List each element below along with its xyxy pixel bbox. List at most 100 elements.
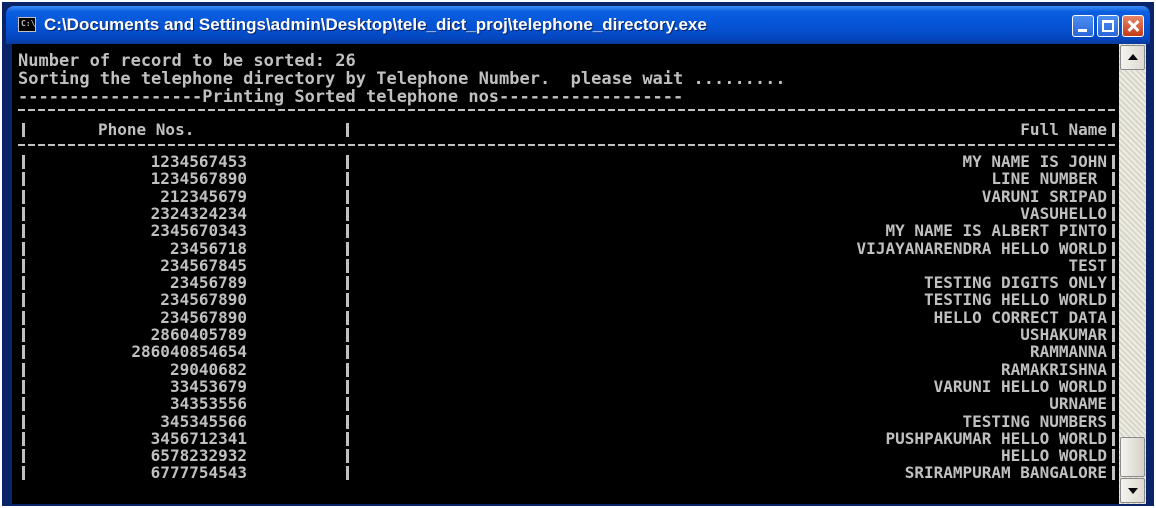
row-right-bar [1112, 276, 1115, 291]
row-left-bar [22, 155, 25, 169]
row-right-bar [1112, 206, 1115, 221]
row-full-name: TESTING DIGITS ONLY [923, 273, 1107, 293]
row-left-bar [22, 258, 25, 273]
minimize-button[interactable] [1072, 15, 1094, 37]
title-bar[interactable]: C:\ C:\Documents and Settings\admin\Desk… [6, 6, 1150, 44]
row-mid-bar [346, 276, 349, 291]
row-mid-bar [346, 379, 349, 394]
vertical-scrollbar[interactable] [1119, 44, 1146, 504]
row-left-bar [22, 449, 25, 464]
row-left-bar [22, 466, 25, 481]
row-full-name: USHAKUMAR [1020, 325, 1107, 344]
row-full-name: LINE NUMBER [991, 169, 1107, 189]
row-full-name: VARUNI HELLO WORLD [933, 376, 1107, 396]
row-right-bar [1112, 310, 1115, 325]
row-right-bar [1112, 414, 1115, 429]
header-phone-nos: Phone Nos. [98, 120, 195, 139]
row-mid-bar [346, 414, 349, 429]
row-mid-bar [346, 206, 349, 221]
row-left-bar [22, 206, 25, 221]
row-phone-number: 33453679 [169, 376, 247, 396]
row-phone-number: 1234567890 [150, 169, 247, 189]
row-mid-bar [346, 293, 349, 308]
row-mid-bar [346, 258, 349, 273]
row-phone-number: 34353556 [169, 394, 247, 414]
row-right-bar [1112, 241, 1115, 256]
row-right-bar [1112, 224, 1115, 239]
row-phone-number: 23456789 [169, 273, 247, 293]
row-full-name: VASUHELLO [1020, 203, 1107, 223]
header-full-name: Full Name [1020, 120, 1107, 139]
row-left-bar [22, 241, 25, 256]
row-phone-number: 1234567453 [150, 152, 247, 171]
sorting-status-line: Sorting the telephone directory by Telep… [18, 69, 786, 89]
row-mid-bar [346, 310, 349, 325]
console-output[interactable]: Number of record to be sorted: 26 Sortin… [12, 44, 1119, 504]
row-full-name: MY NAME IS ALBERT PINTO [885, 221, 1107, 241]
row-phone-number: 2860405789 [150, 325, 247, 344]
row-mid-bar [346, 189, 349, 204]
row-phone-number: 234567890 [160, 307, 247, 327]
row-mid-bar [346, 241, 349, 256]
row-right-bar [1112, 155, 1115, 169]
row-full-name: RAMAKRISHNA [1001, 359, 1107, 379]
row-full-name: RAMMANNA [1029, 342, 1107, 362]
row-left-bar [22, 172, 25, 187]
row-right-bar [1112, 189, 1115, 204]
row-phone-number: 6578232932 [150, 446, 247, 466]
row-mid-bar [346, 328, 349, 342]
row-left-bar [22, 397, 25, 412]
row-mid-bar [346, 362, 349, 377]
row-full-name: PUSHPAKUMAR HELLO WORLD [885, 428, 1107, 448]
record-count-line: Number of record to be sorted: 26 [18, 51, 356, 71]
close-button[interactable] [1122, 15, 1144, 37]
print-heading-line: ------------------Printing Sorted teleph… [18, 87, 684, 107]
console-app-icon[interactable]: C:\ [18, 17, 36, 32]
row-full-name: HELLO CORRECT DATA [933, 307, 1107, 327]
row-full-name: MY NAME IS JOHN [962, 152, 1108, 171]
row-left-bar [22, 189, 25, 204]
header-right-bar [1112, 123, 1115, 137]
row-right-bar [1112, 397, 1115, 412]
row-left-bar [22, 362, 25, 377]
row-mid-bar [346, 397, 349, 412]
row-right-bar [1112, 379, 1115, 394]
row-phone-number: 234567890 [160, 290, 247, 310]
row-left-bar [22, 293, 25, 308]
row-right-bar [1112, 258, 1115, 273]
row-right-bar [1112, 449, 1115, 464]
row-mid-bar [346, 224, 349, 239]
row-full-name: TEST [1068, 255, 1107, 275]
window-title: C:\Documents and Settings\admin\Desktop\… [44, 15, 707, 34]
console-window: C:\ C:\Documents and Settings\admin\Desk… [2, 2, 1154, 506]
row-left-bar [22, 431, 25, 446]
row-phone-number: 6777754543 [150, 463, 247, 483]
row-left-bar [22, 379, 25, 394]
row-phone-number: 234567845 [160, 255, 247, 275]
row-mid-bar [346, 172, 349, 187]
table-header-rule [18, 144, 1118, 146]
row-left-bar [22, 414, 25, 429]
scroll-thumb[interactable] [1120, 437, 1145, 477]
row-phone-number: 286040854654 [131, 342, 247, 362]
scroll-up-arrow-icon[interactable] [1120, 45, 1145, 70]
row-full-name: TESTING NUMBERS [962, 411, 1108, 431]
row-mid-bar [346, 431, 349, 446]
row-phone-number: 212345679 [160, 186, 247, 206]
row-mid-bar [346, 466, 349, 481]
row-full-name: VARUNI SRIPAD [981, 186, 1107, 206]
row-left-bar [22, 276, 25, 291]
header-left-bar [22, 123, 25, 137]
row-phone-number: 345345566 [160, 411, 247, 431]
row-right-bar [1112, 345, 1115, 360]
row-left-bar [22, 328, 25, 342]
row-full-name: URNAME [1049, 394, 1107, 414]
row-phone-number: 23456718 [169, 238, 247, 258]
row-phone-number: 2345670343 [150, 221, 247, 241]
maximize-button[interactable] [1097, 15, 1119, 37]
row-left-bar [22, 345, 25, 360]
row-full-name: SRIRAMPURAM BANGALORE [904, 463, 1107, 483]
scroll-down-arrow-icon[interactable] [1120, 478, 1145, 503]
row-phone-number: 3456712341 [150, 428, 247, 448]
row-full-name: VIJAYANARENDRA HELLO WORLD [856, 238, 1107, 258]
